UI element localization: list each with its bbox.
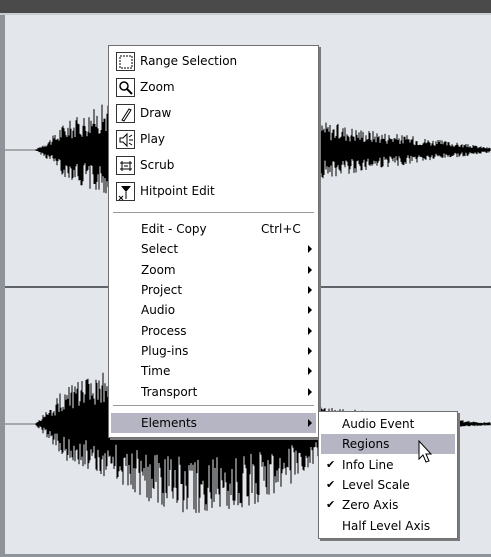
submenu-item-audio-event[interactable]: Audio Event [321,414,455,434]
submenu-item-info-line[interactable]: ✔ Info Line [321,455,455,475]
menu-item-label: Audio [141,303,176,317]
menu-item-label: Edit - Copy [141,222,207,236]
submenu-item-label: Regions [342,437,390,452]
submenu-item-level-scale[interactable]: ✔ Level Scale [321,475,455,495]
tool-item-range-selection[interactable]: Range Selection [113,51,313,73]
submenu-item-label: Zero Axis [342,498,399,513]
tool-item-draw[interactable]: Draw [113,103,313,125]
menu-item-audio[interactable]: Audio [111,300,316,320]
menu-item-label: Zoom [141,263,176,277]
scrub-icon [116,156,135,175]
submenu-arrow-icon [308,286,312,294]
submenu-item-label: Half Level Axis [342,518,431,533]
submenu-item-label: Audio Event [342,417,415,431]
tool-item-hitpoint-edit[interactable]: Hitpoint Edit [113,181,313,203]
submenu-arrow-icon [308,266,312,274]
submenu-arrow-icon [308,245,312,253]
menu-separator [113,405,314,407]
menu-item-select[interactable]: Select [111,239,316,259]
menu-item-label: Project [141,283,183,297]
submenu-item-regions[interactable]: Regions [321,434,455,455]
tool-item-label: Play [140,132,166,146]
menu-item-label: Process [141,324,187,338]
zoom-icon [116,78,135,97]
menu-item-edit-copy[interactable]: Edit - Copy Ctrl+C [111,219,316,239]
menu-separator [113,212,314,214]
submenu-arrow-icon [308,347,312,355]
submenu-item-half-level-axis[interactable]: Half Level Axis [321,516,455,536]
submenu-arrow-icon [308,327,312,335]
submenu-item-zero-axis[interactable]: ✔ Zero Axis [321,495,455,515]
menu-item-label: Transport [141,385,198,399]
context-menu: Range Selection Zoom Draw Play Scrub Hitpoint… [108,45,319,438]
menu-item-elements[interactable]: Elements [111,413,316,433]
tool-item-label: Hitpoint Edit [140,184,215,198]
hitpoint-edit-icon [116,182,135,201]
draw-icon [116,104,135,123]
menu-item-label: Plug-ins [141,344,189,358]
tool-item-label: Zoom [140,80,175,94]
tool-item-label: Range Selection [140,54,238,68]
checkmark-icon: ✔ [326,457,336,471]
tool-item-zoom[interactable]: Zoom [113,77,313,99]
menu-item-transport[interactable]: Transport [111,382,316,402]
tool-item-label: Scrub [140,158,175,172]
range-selection-icon [116,52,135,71]
menu-item-label: Time [141,364,171,378]
submenu-arrow-icon [308,306,312,314]
play-speaker-icon [116,130,135,149]
menu-item-zoom[interactable]: Zoom [111,260,316,280]
menu-item-shortcut: Ctrl+C [261,222,301,236]
checkmark-icon: ✔ [326,477,336,491]
menu-item-time[interactable]: Time [111,361,316,381]
submenu-arrow-icon [308,419,312,427]
submenu-arrow-icon [308,388,312,396]
menu-item-project[interactable]: Project [111,280,316,300]
submenu-item-label: Level Scale [342,477,410,492]
menu-item-process[interactable]: Process [111,321,316,341]
tool-item-scrub[interactable]: Scrub [113,155,313,177]
mouse-pointer-icon [418,440,433,463]
tool-item-play[interactable]: Play [113,129,313,151]
tool-item-label: Draw [140,106,172,120]
menu-item-plug-ins[interactable]: Plug-ins [111,341,316,361]
menu-item-label: Select [141,242,179,256]
elements-submenu: Audio Event Regions ✔ Info Line ✔ Level Scale… [318,411,458,539]
menu-item-label: Elements [141,416,197,430]
submenu-arrow-icon [308,367,312,375]
checkmark-icon: ✔ [326,498,336,512]
submenu-item-label: Info Line [342,457,394,472]
